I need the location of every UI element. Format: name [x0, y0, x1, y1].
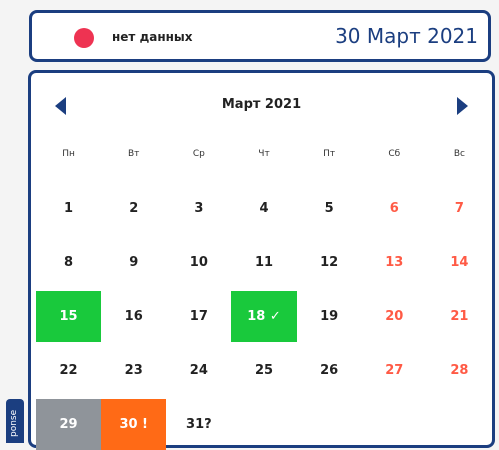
calendar-day[interactable]: 24 — [166, 345, 231, 396]
calendar-day[interactable]: 25 — [231, 345, 296, 396]
weekday-tue: Вт — [128, 149, 140, 159]
calendar-day[interactable]: 2 — [101, 183, 166, 234]
weekday-sun: Вс — [453, 149, 465, 159]
calendar-day[interactable]: 28 — [427, 345, 492, 396]
calendar-day[interactable]: 11 — [231, 237, 296, 288]
calendar-days-grid: 1 2 3 4 5 6 7 8 9 10 11 12 13 14 15 16 17 18 ✓ 19 20 21 22 23 2… — [36, 183, 492, 450]
weekday-header: Пн Вт Ср Чт Пт Сб Вс — [36, 149, 492, 165]
calendar-day[interactable]: 3 — [166, 183, 231, 234]
calendar-day[interactable]: 16 — [101, 291, 166, 342]
calendar-day[interactable]: 29 — [36, 399, 102, 450]
side-tab-label: ponse — [9, 409, 19, 437]
calendar-day[interactable]: 6 — [362, 183, 427, 234]
calendar-day[interactable]: 27 — [362, 345, 427, 396]
calendar: Март 2021 Пн Вт Ср Чт Пт Сб Вс 123456789… — [28, 70, 495, 450]
calendar-day[interactable]: 10 — [166, 237, 231, 288]
calendar-day[interactable]: 7 — [427, 183, 492, 234]
calendar-day[interactable]: 18 ✓ — [231, 291, 297, 342]
selected-date[interactable]: 30 Март 2021 — [335, 24, 478, 48]
status-bar: нет данных 30 Март 2021 — [29, 10, 491, 62]
weekday-fri: Пт — [323, 149, 336, 159]
calendar-day[interactable]: 19 — [297, 291, 362, 342]
calendar-day[interactable]: 31? — [166, 399, 231, 450]
calendar-day[interactable]: 22 — [36, 345, 101, 396]
calendar-day[interactable]: 26 — [297, 345, 362, 396]
calendar-day[interactable]: 13 — [362, 237, 427, 288]
calendar-day[interactable]: 1 — [36, 183, 101, 234]
calendar-month-title: Март 2021 — [221, 97, 302, 112]
status-label: нет данных — [112, 30, 193, 44]
status-indicator-dot — [74, 28, 94, 48]
calendar-day[interactable]: 8 — [36, 237, 101, 288]
calendar-day[interactable]: 12 — [297, 237, 362, 288]
calendar-day[interactable]: 15 — [36, 291, 102, 342]
weekday-wed: Ср — [192, 149, 205, 159]
calendar-day[interactable]: 21 — [427, 291, 492, 342]
next-month-arrow-icon[interactable] — [457, 97, 468, 115]
calendar-day[interactable]: 20 — [362, 291, 427, 342]
calendar-day[interactable]: 17 — [166, 291, 231, 342]
weekday-sat: Сб — [388, 149, 401, 159]
weekday-thu: Чт — [258, 149, 270, 159]
calendar-day[interactable]: 4 — [231, 183, 296, 234]
weekday-mon: Пн — [62, 149, 75, 159]
calendar-day[interactable]: 5 — [297, 183, 362, 234]
calendar-day[interactable]: 30 ! — [101, 399, 167, 450]
calendar-day[interactable]: 14 — [427, 237, 492, 288]
calendar-day[interactable]: 23 — [101, 345, 166, 396]
response-side-tab[interactable]: ponse — [6, 399, 24, 443]
calendar-day[interactable]: 9 — [101, 237, 166, 288]
